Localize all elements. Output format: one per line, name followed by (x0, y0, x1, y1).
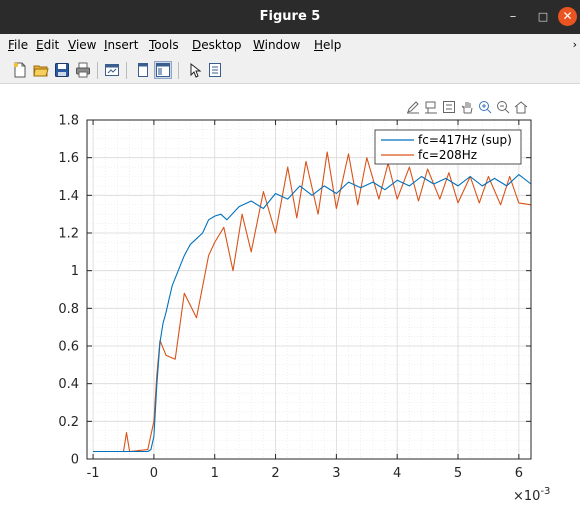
y-tick-label: 1.6 (58, 151, 79, 166)
x-tick-label: 6 (515, 466, 523, 481)
y-tick-label: 0 (71, 453, 79, 468)
x-tick-label: 2 (271, 466, 279, 481)
plot-lines (93, 151, 532, 453)
y-tick-label: 0.2 (58, 415, 79, 430)
x-tick-label: -1 (87, 466, 100, 481)
y-tick-label: 0.4 (58, 377, 79, 392)
x-exponent-label: ×10-3 (513, 486, 550, 504)
legend-label-series-2: fc=208Hz (418, 148, 477, 162)
legend-label-series-1: fc=417Hz (sup) (418, 133, 512, 147)
y-tick-label: 1.4 (58, 189, 79, 204)
y-tick-label: 0.8 (58, 302, 79, 317)
y-tick-label: 1 (71, 264, 79, 279)
x-tick-labels: -1 0 1 2 3 4 5 6 (87, 466, 523, 481)
plot-svg: -1 0 1 2 3 4 5 6 0 0.2 0.4 0.6 0.8 1 1.2 1.4 1.6 1.8 ×10… (58, 114, 550, 505)
x-tick-label: 0 (150, 466, 158, 481)
series-line-2 (93, 151, 532, 453)
y-tick-labels: 0 0.2 0.4 0.6 0.8 1 1.2 1.4 1.6 1.8 (58, 114, 79, 468)
y-tick-label: 1.8 (58, 114, 79, 129)
x-tick-label: 1 (211, 466, 219, 481)
x-tick-label: 4 (393, 466, 401, 481)
y-tick-label: 1.2 (58, 227, 79, 242)
x-tick-label: 5 (454, 466, 462, 481)
legend[interactable]: fc=417Hz (sup) fc=208Hz (374, 129, 522, 165)
y-tick-label: 0.6 (58, 340, 79, 355)
x-tick-label: 3 (332, 466, 340, 481)
